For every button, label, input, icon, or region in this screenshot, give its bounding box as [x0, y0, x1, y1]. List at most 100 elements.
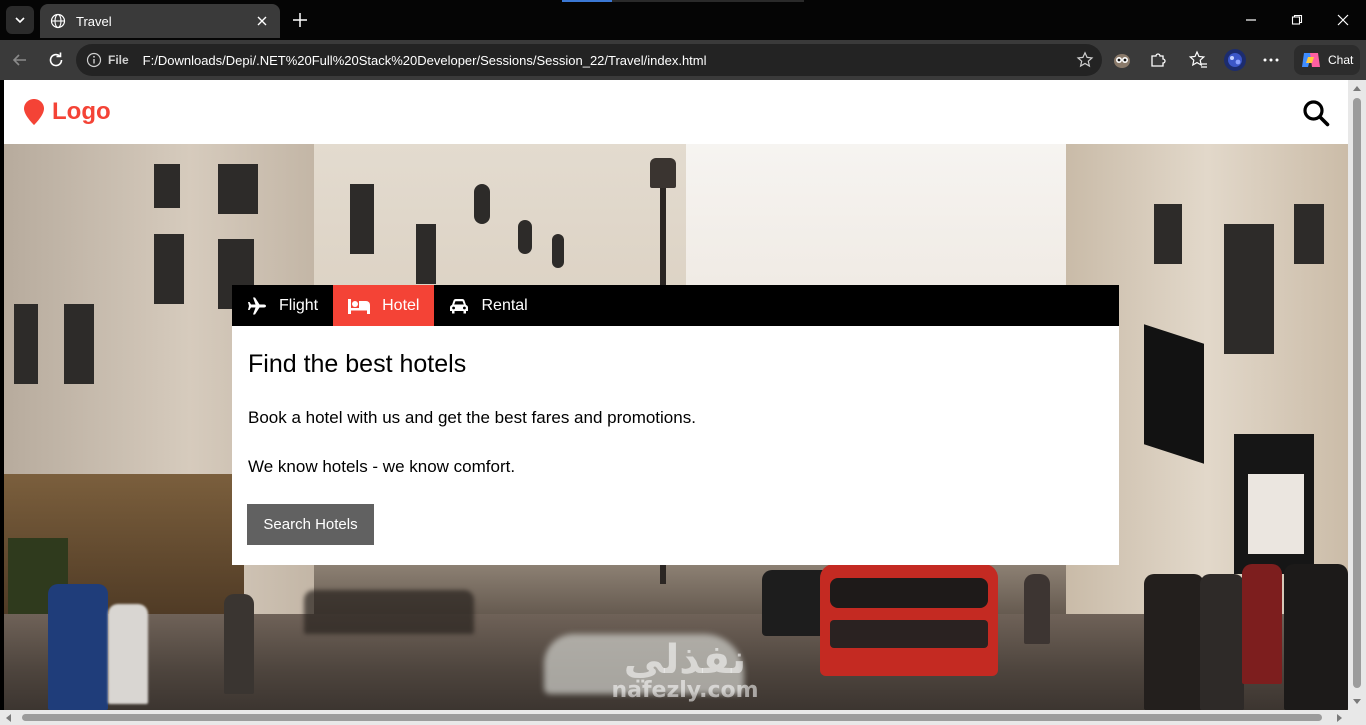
url-text[interactable]: F:/Downloads/Depi/.NET%20Full%20Stack%20… — [143, 53, 707, 68]
restore-button[interactable] — [1274, 0, 1320, 40]
scrollbar-corner — [1348, 710, 1366, 725]
site-header: Logo — [4, 80, 1348, 144]
chat-label: Chat — [1328, 53, 1354, 67]
more-button[interactable] — [1257, 46, 1285, 74]
drag-region-indicator — [562, 0, 612, 2]
crowd — [304, 590, 474, 634]
plane-icon — [247, 297, 267, 315]
favorites-button[interactable] — [1184, 46, 1212, 74]
street-lamp-head — [650, 158, 676, 188]
window — [1294, 204, 1324, 264]
address-scheme-label: File — [108, 53, 129, 67]
restore-icon — [1291, 14, 1303, 25]
window — [350, 184, 374, 254]
shop-window — [1248, 474, 1304, 554]
booking-card: Flight Hotel Rental Find the best hotels… — [232, 285, 1119, 565]
close-icon — [1337, 14, 1349, 26]
owl-icon — [1114, 54, 1130, 68]
flag — [1144, 324, 1204, 464]
arrow-left-icon — [12, 54, 26, 66]
watermark: نفذلي nafezly.com — [600, 640, 770, 702]
ellipsis-icon — [1263, 58, 1279, 62]
tab-close-button[interactable] — [252, 11, 272, 31]
window — [14, 304, 38, 384]
browser-tab-bar: Travel — [0, 0, 1366, 40]
red-bus — [820, 564, 998, 676]
window — [518, 220, 532, 254]
extension-button[interactable] — [1108, 46, 1136, 74]
browser-tab[interactable]: Travel — [40, 4, 280, 38]
info-icon[interactable] — [86, 52, 102, 68]
window — [64, 304, 94, 384]
tab-flight-label: Flight — [279, 296, 319, 314]
tab-rental[interactable]: Rental — [434, 285, 542, 326]
back-button[interactable] — [6, 46, 34, 74]
tab-list-button[interactable] — [6, 6, 34, 34]
minimize-icon — [1246, 19, 1256, 21]
map-marker-icon — [24, 99, 44, 125]
booking-tabs: Flight Hotel Rental — [232, 285, 1119, 326]
chevron-down-icon — [15, 17, 25, 24]
bus-window — [830, 620, 988, 648]
horizontal-scrollbar[interactable] — [0, 710, 1348, 725]
site-logo[interactable]: Logo — [24, 98, 111, 126]
close-window-button[interactable] — [1320, 0, 1366, 40]
scroll-left-arrow[interactable] — [6, 714, 11, 722]
bed-icon — [348, 298, 371, 314]
search-hotels-button[interactable]: Search Hotels — [247, 504, 374, 545]
window — [552, 234, 564, 268]
logo-text: Logo — [52, 98, 111, 125]
window — [154, 164, 180, 208]
tab-rental-label: Rental — [481, 296, 528, 314]
new-tab-button[interactable] — [288, 8, 312, 32]
watermark-latin: nafezly.com — [611, 678, 759, 703]
panel-tagline: We know hotels - we know comfort. — [248, 457, 516, 476]
pedestrian — [108, 604, 148, 704]
puzzle-icon — [1151, 53, 1166, 67]
bus-window — [830, 578, 988, 608]
drag-region-indicator — [612, 0, 804, 2]
minimize-button[interactable] — [1228, 0, 1274, 40]
tab-title: Travel — [76, 13, 112, 29]
pedestrian — [1024, 574, 1050, 644]
refresh-icon — [49, 52, 63, 67]
search-icon[interactable] — [1302, 99, 1330, 127]
car-icon — [449, 298, 469, 314]
browser-toolbar: File F:/Downloads/Depi/.NET%20Full%20Sta… — [0, 40, 1366, 80]
vertical-scroll-thumb[interactable] — [1353, 98, 1361, 688]
favorites-star-icon — [1188, 50, 1207, 68]
pedestrian — [224, 594, 254, 694]
profile-avatar-icon — [1224, 49, 1246, 71]
watermark-arabic: نفذلي — [623, 637, 747, 683]
panel-title: Find the best hotels — [248, 350, 467, 378]
close-icon — [257, 16, 267, 26]
avatar[interactable] — [1221, 46, 1249, 74]
booking-panel-hotel: Find the best hotels Book a hotel with u… — [232, 326, 1119, 565]
scroll-right-arrow[interactable] — [1337, 714, 1342, 722]
horizontal-scroll-thumb[interactable] — [22, 714, 1322, 721]
copilot-chat-button[interactable]: Chat — [1294, 45, 1360, 75]
copilot-icon — [1302, 53, 1320, 67]
pedestrian — [1144, 574, 1204, 710]
plus-icon — [293, 13, 307, 27]
tab-hotel[interactable]: Hotel — [333, 285, 435, 326]
window — [1154, 204, 1182, 264]
refresh-button[interactable] — [42, 46, 70, 74]
vertical-scrollbar[interactable] — [1348, 80, 1366, 710]
pedestrian — [48, 584, 108, 710]
window — [154, 234, 184, 304]
window — [416, 224, 436, 284]
scroll-up-arrow[interactable] — [1353, 86, 1361, 91]
tab-flight[interactable]: Flight — [232, 285, 333, 326]
extensions-button[interactable] — [1144, 46, 1172, 74]
address-bar[interactable]: File F:/Downloads/Depi/.NET%20Full%20Sta… — [76, 44, 1102, 76]
tab-hotel-label: Hotel — [382, 296, 420, 314]
page-viewport: Logo Flight Hotel Rental Find the best h… — [4, 80, 1348, 710]
scroll-down-arrow[interactable] — [1353, 699, 1361, 704]
window — [474, 184, 490, 224]
star-icon[interactable] — [1076, 51, 1094, 69]
window — [218, 164, 258, 214]
panel-description: Book a hotel with us and get the best fa… — [248, 408, 696, 427]
window — [1224, 224, 1274, 354]
pedestrian — [1284, 564, 1348, 710]
